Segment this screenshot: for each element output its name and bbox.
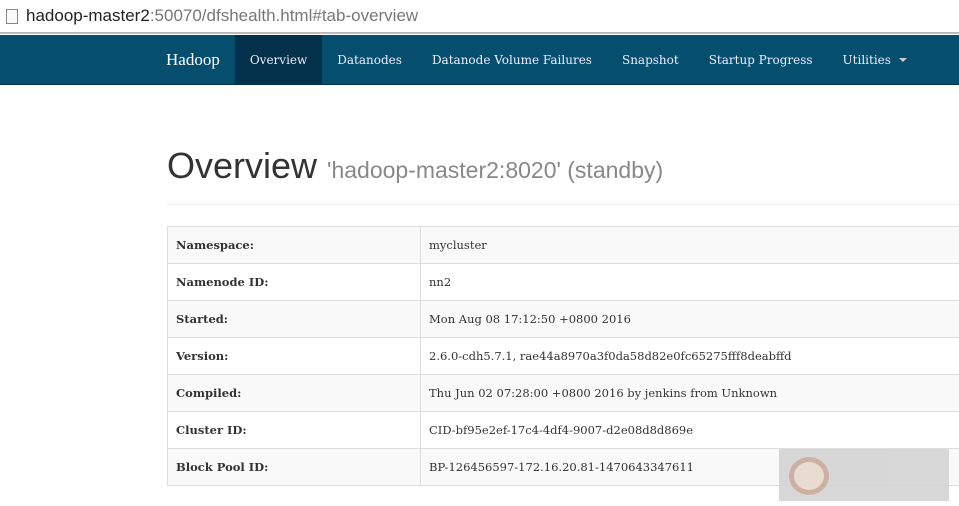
- tab-overview[interactable]: Overview: [234, 35, 323, 84]
- title-text: Overview: [167, 145, 318, 186]
- tab-startup-progress[interactable]: Startup Progress: [694, 35, 828, 84]
- row-value: Mon Aug 08 17:12:50 +0800 2016: [420, 300, 959, 338]
- table-row: Compiled: Thu Jun 02 07:28:00 +0800 2016 …: [167, 374, 959, 412]
- url-path: :50070/dfshealth.html#tab-overview: [149, 6, 419, 25]
- table-row: Version: 2.6.0-cdh5.7.1, rae44a8970a3f0da…: [167, 337, 959, 375]
- tab-datanodes[interactable]: Datanodes: [322, 35, 417, 84]
- row-label: Cluster ID:: [167, 411, 421, 449]
- page-subtitle: 'hadoop-master2:8020' (standby): [327, 157, 664, 183]
- row-label: Block Pool ID:: [167, 448, 421, 486]
- tab-utilities[interactable]: Utilities: [828, 35, 922, 84]
- row-value: 2.6.0-cdh5.7.1, rae44a8970a3f0da58d82e0f…: [420, 337, 959, 375]
- brand-link[interactable]: Hadoop: [151, 35, 235, 84]
- row-label: Started:: [167, 300, 421, 338]
- row-label: Namespace:: [167, 226, 421, 264]
- overview-table: Namespace: mycluster Namenode ID: nn2 Starte…: [167, 226, 959, 486]
- table-row: Cluster ID: CID-bf95e2ef-17c4-4df4-9007-d…: [167, 411, 959, 449]
- table-row: Namenode ID: nn2: [167, 263, 959, 301]
- row-value: CID-bf95e2ef-17c4-4df4-9007-d2e08d8d869e: [420, 411, 959, 449]
- table-row: Started: Mon Aug 08 17:12:50 +0800 2016: [167, 300, 959, 338]
- address-bar[interactable]: hadoop-master2:50070/dfshealth.html#tab-…: [0, 0, 959, 34]
- page-title: Overview 'hadoop-master2:8020' (standby): [167, 145, 663, 187]
- divider: [167, 204, 959, 205]
- row-value: mycluster: [420, 226, 959, 264]
- table-row: Namespace: mycluster: [167, 226, 959, 264]
- row-label: Version:: [167, 337, 421, 375]
- row-value: Thu Jun 02 07:28:00 +0800 2016 by jenkin…: [420, 374, 959, 412]
- monkey-logo-icon: [789, 457, 829, 495]
- utilities-label: Utilities: [842, 52, 891, 67]
- watermark: [779, 449, 949, 501]
- page-icon: [6, 8, 18, 24]
- caret-down-icon: [898, 57, 907, 62]
- tab-volume-failures[interactable]: Datanode Volume Failures: [417, 35, 607, 84]
- row-value: nn2: [420, 263, 959, 301]
- url-host: hadoop-master2: [26, 6, 150, 25]
- row-label: Compiled:: [167, 374, 421, 412]
- navbar: Hadoop Overview Datanodes Datanode Volum…: [0, 35, 959, 85]
- row-label: Namenode ID:: [167, 263, 421, 301]
- tab-snapshot[interactable]: Snapshot: [607, 35, 694, 84]
